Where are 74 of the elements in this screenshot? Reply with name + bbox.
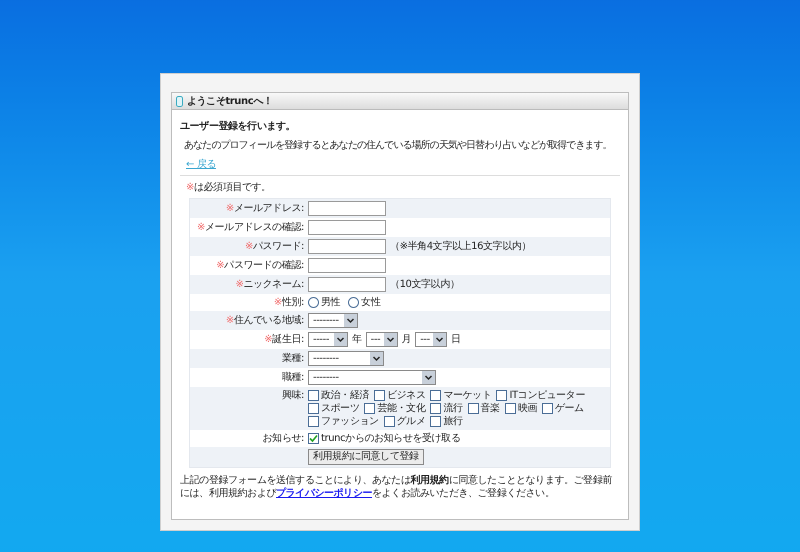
field-label: お知らせ: [262, 433, 304, 444]
checkbox-label: truncからのお知らせを受け取る [321, 432, 460, 445]
checkbox[interactable] [430, 390, 442, 401]
field-label: ※誕生日: [264, 334, 304, 345]
dropdown[interactable]: ----- [308, 332, 348, 347]
radio-label: 女性 [361, 296, 380, 309]
heading: ユーザー登録を行います。 [180, 120, 296, 133]
panel-title: ようこそtruncへ！ [187, 94, 272, 108]
checkbox-label: 流行 [443, 402, 463, 415]
caret-icon [370, 352, 383, 365]
privacy-policy-link[interactable]: プライバシーポリシー [276, 488, 372, 499]
checkbox-label: ファッション [321, 415, 379, 428]
checkbox[interactable] [308, 416, 319, 427]
hint-text: （※半角4文字以上16文字以内） [390, 240, 532, 253]
checkbox[interactable] [374, 390, 386, 401]
required-note: ※は必須項目です。 [186, 181, 271, 194]
checkbox-label: ゲーム [555, 402, 584, 415]
radio-button[interactable] [348, 297, 360, 308]
field-label: ※性別: [274, 297, 304, 308]
input-field[interactable] [308, 220, 386, 235]
field-label: ※パスワード: [245, 241, 304, 252]
checkbox-label: 音楽 [480, 402, 500, 415]
dropdown[interactable]: -------- [308, 313, 358, 328]
date-unit: 日 [451, 333, 461, 346]
checkbox[interactable] [542, 403, 554, 414]
dropdown[interactable]: -------- [308, 370, 436, 385]
checkbox[interactable] [496, 390, 508, 401]
checkbox[interactable] [468, 403, 479, 414]
caret-icon [334, 333, 347, 346]
checkbox-label: ビジネス [387, 389, 426, 402]
checkbox[interactable] [384, 416, 395, 427]
caret-icon [344, 314, 357, 327]
intro-text: あなたのプロフィールを登録するとあなたの住んでいる場所の天気や日替わり占いなどが取得できます。 [183, 139, 612, 152]
checkbox[interactable] [308, 433, 319, 444]
checkbox[interactable] [308, 403, 319, 414]
radio-button[interactable] [308, 297, 319, 308]
input-field[interactable] [308, 201, 386, 216]
field-label: ※メールアドレスの確認: [197, 222, 304, 233]
field-label: 職種: [282, 372, 304, 383]
checkbox-label: スポーツ [321, 402, 360, 415]
field-label: ※パスワードの確認: [216, 260, 304, 271]
phone-icon [176, 96, 183, 106]
field-label: ※住んでいる地域: [226, 315, 304, 326]
checkbox-label: 映画 [518, 402, 538, 415]
radio-label: 男性 [321, 296, 340, 309]
field-label: 興味: [282, 390, 304, 401]
caret-icon [422, 371, 435, 384]
input-field[interactable] [308, 277, 386, 292]
dropdown[interactable]: --- [366, 332, 398, 347]
checkbox-label: 芸能・文化 [377, 402, 426, 415]
checkbox[interactable] [430, 403, 442, 414]
register-button[interactable]: 利用規約に同意して登録 [308, 449, 424, 465]
caret-icon [433, 333, 446, 346]
checkbox[interactable] [504, 403, 516, 414]
checkbox-label: ITコンピューター [509, 389, 585, 402]
input-field[interactable] [308, 239, 386, 254]
hint-text: （10文字以内） [390, 278, 460, 291]
date-unit: 月 [402, 333, 412, 346]
checkbox-label: グルメ [396, 415, 426, 428]
input-field[interactable] [308, 258, 386, 273]
dropdown[interactable]: --- [415, 332, 448, 347]
terms-text: 上記の登録フォームを送信することにより、あなたは利用規約に同意したこととなります。ご登録前には、利用規約およびプライバシーポリシーをよくお読みいただき、ご登録ください。 [180, 474, 614, 500]
checkbox-label: 政治・経済 [321, 389, 370, 402]
checkbox-label: マーケット [443, 389, 492, 402]
dropdown[interactable]: -------- [308, 351, 384, 366]
field-label: 業種: [282, 353, 304, 364]
caret-icon [384, 333, 397, 346]
field-label: ※ニックネーム: [235, 279, 304, 290]
date-unit: 年 [352, 333, 362, 346]
checkbox[interactable] [308, 390, 319, 401]
checkbox[interactable] [430, 416, 442, 427]
checkbox-label: 旅行 [443, 415, 463, 428]
field-label: ※メールアドレス: [226, 203, 304, 214]
checkbox[interactable] [364, 403, 376, 414]
